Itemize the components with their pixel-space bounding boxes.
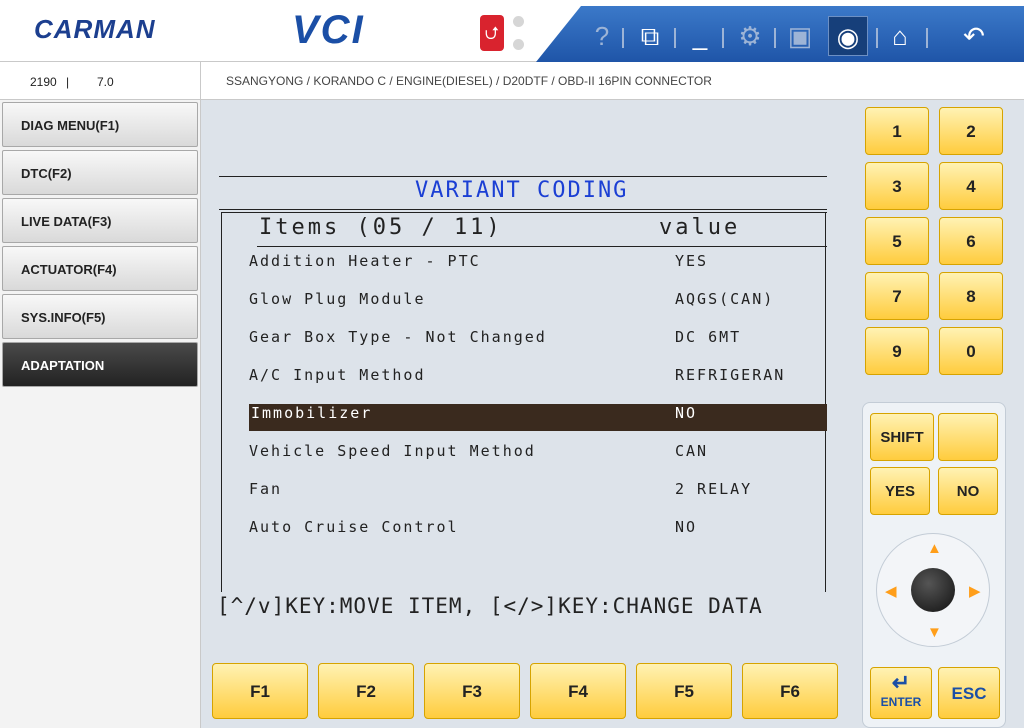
- enter-key[interactable]: ↵ ENTER: [870, 667, 932, 719]
- variant-coding-screen: VARIANT CODING Items (05 / 11) value Add…: [201, 100, 856, 728]
- key-2[interactable]: 2: [939, 107, 1003, 155]
- status-dot-icon: [513, 16, 524, 27]
- breadcrumb: SSANGYONG / KORANDO C / ENGINE(DIESEL) /…: [226, 74, 712, 88]
- toolbar-divider: [774, 28, 776, 48]
- enter-arrow-icon: ↵: [891, 670, 911, 695]
- direction-pad: ▲ ▼ ◀ ▶: [876, 533, 990, 647]
- toolbar-divider: [876, 28, 878, 48]
- software-version: 7.0: [97, 75, 114, 89]
- save-icon[interactable]: ▣: [780, 16, 820, 56]
- up-arrow-icon[interactable]: ▲: [927, 540, 942, 557]
- f6-key[interactable]: F6: [742, 663, 838, 719]
- f3-key[interactable]: F3: [424, 663, 520, 719]
- key-5[interactable]: 5: [865, 217, 929, 265]
- usb-status-icon: ⮍: [480, 15, 504, 51]
- no-key[interactable]: NO: [938, 467, 998, 515]
- table-row-value: REFRIGERAN: [675, 366, 786, 384]
- toolbar-divider: [674, 28, 676, 48]
- toolbar-divider: [926, 28, 928, 48]
- table-row-item[interactable]: Fan: [249, 480, 282, 498]
- carman-logo: CARMAN: [34, 14, 156, 44]
- toolbar-divider: [622, 28, 624, 48]
- table-row-item[interactable]: Gear Box Type - Not Changed: [249, 328, 547, 346]
- menu-item-adaptation[interactable]: ADAPTATION: [2, 342, 198, 387]
- esc-key[interactable]: ESC: [938, 667, 1000, 719]
- info-bar: 2190 | 7.0 SSANGYONG / KORANDO C / ENGIN…: [0, 62, 1024, 100]
- shift-key[interactable]: SHIFT: [870, 413, 934, 461]
- divider: [221, 212, 827, 213]
- table-row-item[interactable]: Glow Plug Module: [249, 290, 426, 308]
- key-9[interactable]: 9: [865, 327, 929, 375]
- key-7[interactable]: 7: [865, 272, 929, 320]
- table-row-item[interactable]: Addition Heater - PTC: [249, 252, 481, 270]
- menu-item-diag-menu[interactable]: DIAG MENU(F1): [2, 102, 198, 147]
- key-0[interactable]: 0: [939, 327, 1003, 375]
- table-row-value: 2 RELAY: [675, 480, 753, 498]
- vci-logo: VCI: [292, 8, 365, 52]
- minimize-icon[interactable]: _: [680, 16, 720, 56]
- table-row-item[interactable]: A/C Input Method: [249, 366, 426, 384]
- down-arrow-icon[interactable]: ▼: [927, 624, 942, 641]
- key-4[interactable]: 4: [939, 162, 1003, 210]
- camera-icon[interactable]: ◉: [828, 16, 868, 56]
- menu-item-actuator[interactable]: ACTUATOR(F4): [2, 246, 198, 291]
- question-icon[interactable]: ?: [582, 16, 622, 56]
- right-arrow-icon[interactable]: ▶: [969, 582, 981, 600]
- table-row-value: AQGS(CAN): [675, 290, 775, 308]
- screen-title: VARIANT CODING: [415, 178, 629, 203]
- table-row-value: DC 6MT: [675, 328, 742, 346]
- table-row-item[interactable]: Vehicle Speed Input Method: [249, 442, 536, 460]
- f2-key[interactable]: F2: [318, 663, 414, 719]
- key-3[interactable]: 3: [865, 162, 929, 210]
- joystick-center-button[interactable]: [911, 568, 955, 612]
- toolbar: ? ⧉ _ ⚙ ▣ ◉ ⌂ ↶: [536, 6, 1024, 62]
- f4-key[interactable]: F4: [530, 663, 626, 719]
- table-border: [221, 212, 222, 592]
- menu-item-sys-info[interactable]: SYS.INFO(F5): [2, 294, 198, 339]
- table-row-value: NO: [675, 518, 698, 536]
- table-row-value: CAN: [675, 442, 709, 460]
- yes-key[interactable]: YES: [870, 467, 930, 515]
- enter-label: ENTER: [880, 695, 922, 709]
- window-icon[interactable]: ⧉: [630, 16, 670, 56]
- toolbar-divider: [722, 28, 724, 48]
- status-dot-icon: [513, 39, 524, 50]
- home-icon[interactable]: ⌂: [880, 16, 920, 56]
- version-info: 2190 | 7.0: [0, 62, 201, 100]
- table-row-value-selected: NO: [675, 404, 698, 422]
- key-hint: [^/v]KEY:MOVE ITEM, [</>]KEY:CHANGE DATA: [217, 594, 763, 618]
- gear-icon[interactable]: ⚙: [730, 16, 770, 56]
- table-border: [825, 212, 826, 592]
- items-header: Items (05 / 11): [259, 215, 503, 240]
- table-row-item[interactable]: Auto Cruise Control: [249, 518, 459, 536]
- device-code: 2190: [30, 75, 57, 89]
- table-row-value: YES: [675, 252, 709, 270]
- key-6[interactable]: 6: [939, 217, 1003, 265]
- value-header: value: [659, 215, 741, 240]
- divider: [257, 246, 827, 247]
- back-arrow-icon[interactable]: ↶: [954, 16, 994, 56]
- divider: [219, 209, 827, 210]
- menu-item-dtc[interactable]: DTC(F2): [2, 150, 198, 195]
- f5-key[interactable]: F5: [636, 663, 732, 719]
- menu-item-live-data[interactable]: LIVE DATA(F3): [2, 198, 198, 243]
- key-1[interactable]: 1: [865, 107, 929, 155]
- f1-key[interactable]: F1: [212, 663, 308, 719]
- app-header: CARMAN VCI ⮍ ? ⧉ _ ⚙ ▣ ◉ ⌂ ↶: [0, 0, 1024, 62]
- key-8[interactable]: 8: [939, 272, 1003, 320]
- divider: [219, 176, 827, 177]
- left-arrow-icon[interactable]: ◀: [885, 582, 897, 600]
- blank-key[interactable]: [938, 413, 998, 461]
- info-separator: |: [66, 75, 70, 89]
- table-row-item-selected[interactable]: Immobilizer: [251, 404, 372, 422]
- left-menu: DIAG MENU(F1) DTC(F2) LIVE DATA(F3) ACTU…: [0, 100, 201, 728]
